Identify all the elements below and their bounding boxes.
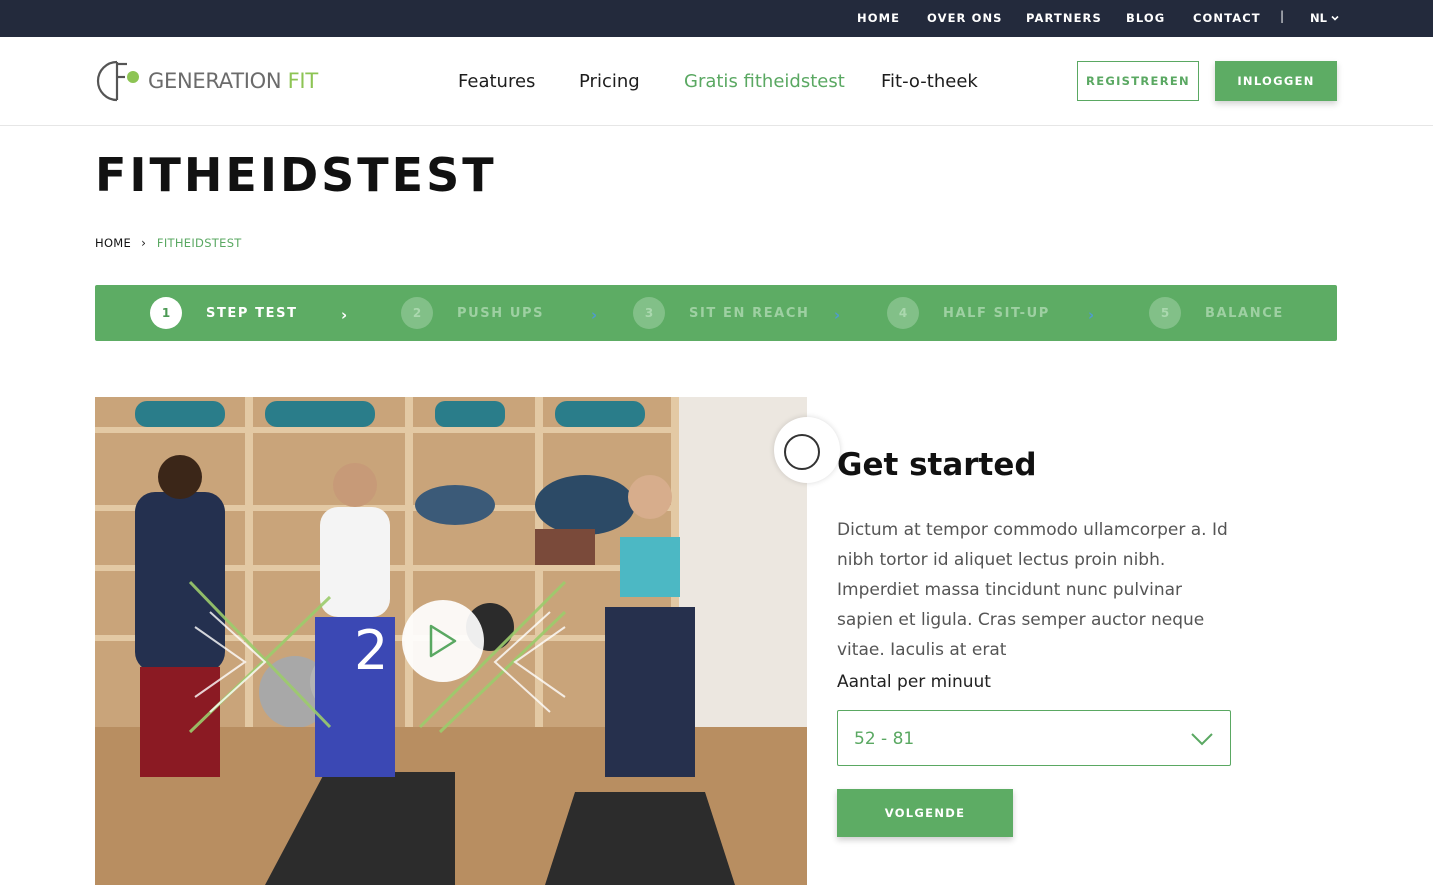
chevron-down-icon xyxy=(1191,733,1213,746)
logo-mark-icon xyxy=(96,60,139,102)
steps-bar: 1 STEP TEST › 2 PUSH UPS › 3 SIT EN REAC… xyxy=(95,285,1337,341)
topbar-link-blog[interactable]: BLOG xyxy=(1126,11,1165,25)
step-label: BALANCE xyxy=(1205,305,1284,321)
step-number: 1 xyxy=(150,297,182,329)
language-label: NL xyxy=(1310,11,1327,25)
logo[interactable]: GENERATION FIT xyxy=(95,59,318,103)
login-button[interactable]: INLOGGEN xyxy=(1215,61,1337,101)
play-button[interactable] xyxy=(402,600,484,682)
top-bar: HOME OVER ONS PARTNERS BLOG CONTACT | NL xyxy=(0,0,1433,37)
chevron-right-icon: › xyxy=(341,306,348,324)
step-label: HALF SIT-UP xyxy=(943,305,1050,321)
breadcrumb-home[interactable]: HOME xyxy=(95,236,131,250)
per-minute-select[interactable]: 52 - 81 xyxy=(837,710,1231,766)
page-title: FITHEIDSTEST xyxy=(95,148,497,202)
main-header: GENERATION FIT Features Pricing Gratis f… xyxy=(0,37,1433,126)
chevron-right-icon: › xyxy=(834,306,841,324)
section-title: Get started xyxy=(837,447,1037,483)
topbar-separator: | xyxy=(1280,9,1285,23)
select-value: 52 - 81 xyxy=(854,729,915,749)
step-label: STEP TEST xyxy=(206,305,298,321)
next-button[interactable]: VOLGENDE xyxy=(837,789,1013,837)
step-3[interactable]: 3 SIT EN REACH xyxy=(633,297,809,329)
nav-gratis-fitheidstest[interactable]: Gratis fitheidstest xyxy=(684,71,845,92)
step-4[interactable]: 4 HALF SIT-UP xyxy=(887,297,1050,329)
timer-icon xyxy=(774,417,840,483)
chevron-right-icon: › xyxy=(141,236,146,250)
language-selector[interactable]: NL xyxy=(1310,11,1339,25)
step-2[interactable]: 2 PUSH UPS xyxy=(401,297,544,329)
step-number: 5 xyxy=(1149,297,1181,329)
step-5[interactable]: 5 BALANCE xyxy=(1149,297,1284,329)
breadcrumb-current: FITHEIDSTEST xyxy=(156,236,242,250)
play-icon xyxy=(429,624,457,658)
logo-text: GENERATION FIT xyxy=(148,69,318,93)
chevron-down-icon xyxy=(1331,15,1339,21)
chevron-right-icon: › xyxy=(591,306,598,324)
step-1[interactable]: 1 STEP TEST xyxy=(150,297,298,329)
step-label: PUSH UPS xyxy=(457,305,545,321)
nav-features[interactable]: Features xyxy=(458,71,535,92)
step-label: SIT EN REACH xyxy=(689,305,810,321)
topbar-link-contact[interactable]: CONTACT xyxy=(1193,11,1261,25)
topbar-link-home[interactable]: HOME xyxy=(857,11,900,25)
nav-fit-o-theek[interactable]: Fit-o-theek xyxy=(881,71,978,92)
nav-pricing[interactable]: Pricing xyxy=(579,71,640,92)
topbar-link-over-ons[interactable]: OVER ONS xyxy=(927,11,1003,25)
topbar-link-partners[interactable]: PARTNERS xyxy=(1026,11,1102,25)
step-number: 3 xyxy=(633,297,665,329)
step-number: 4 xyxy=(887,297,919,329)
register-button[interactable]: REGISTREREN xyxy=(1077,61,1199,101)
breadcrumb: HOME › FITHEIDSTEST xyxy=(95,236,242,250)
section-description: Dictum at tempor commodo ullamcorper a. … xyxy=(837,520,1228,660)
rep-counter: 2 xyxy=(354,619,389,682)
step-number: 2 xyxy=(401,297,433,329)
exercise-video[interactable]: 2 xyxy=(95,397,807,885)
field-label: Aantal per minuut xyxy=(837,672,991,692)
chevron-right-icon: › xyxy=(1088,306,1095,324)
